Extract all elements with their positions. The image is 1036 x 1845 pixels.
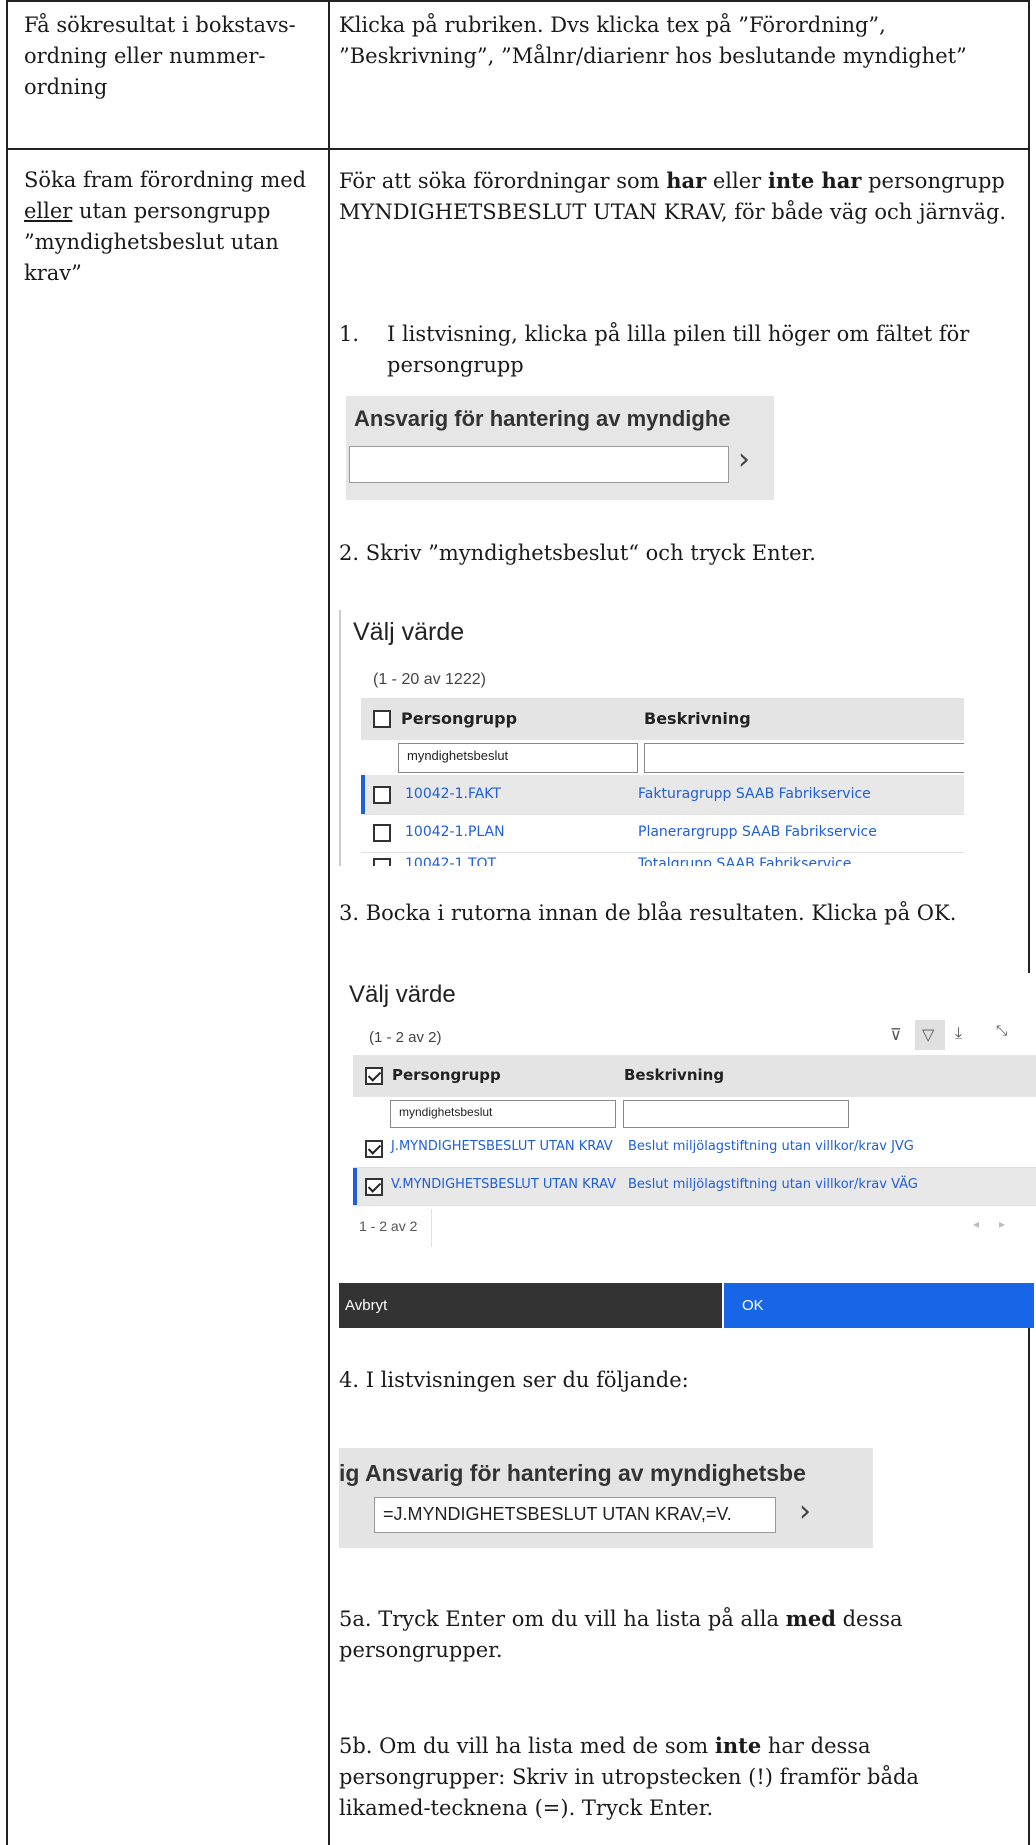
dialog-title: Välj värde [353, 618, 465, 646]
prev-page-icon[interactable]: ◂ [973, 1217, 979, 1231]
column-header-beskrivning[interactable]: Beskrivning [624, 1066, 724, 1084]
cancel-button[interactable]: Avbryt [339, 1283, 722, 1328]
collapse-icon[interactable]: ⤡ [996, 1023, 1007, 1039]
select-all-checkbox[interactable] [373, 710, 391, 728]
row-selected-marker [353, 1168, 357, 1205]
row2-left-cell: Söka fram förordning med eller utan pers… [24, 165, 309, 289]
step5b-pre: 5b. Om du vill ha lista med de som [339, 1734, 715, 1758]
step2-text: 2. Skriv ”myndighetsbeslut“ och tryck En… [339, 538, 1019, 569]
field-title: Ansvarig för hantering av myndighe [354, 406, 731, 431]
step1-text: I listvisning, klicka på lilla pilen til… [387, 319, 1017, 381]
row-checkbox[interactable] [373, 786, 391, 804]
row-code-link[interactable]: J.MYNDIGHETSBESLUT UTAN KRAV [391, 1139, 613, 1154]
row-checkbox[interactable] [365, 1140, 383, 1158]
step3-text: 3. Bocka i rutorna innan de blåa resulta… [339, 898, 1019, 929]
table-border-top [6, 0, 1030, 2]
step1-text-content: I listvisning, klicka på lilla pilen til… [387, 322, 970, 377]
step5a-pre: 5a. Tryck Enter om du vill ha lista på a… [339, 1607, 786, 1631]
beskrivning-filter-input[interactable] [623, 1100, 849, 1128]
row-description-link[interactable]: Fakturagrupp SAAB Fabrikservice [638, 786, 871, 802]
column-header-beskrivning[interactable]: Beskrivning [644, 709, 751, 728]
row1-left-cell: Få sökresultat i bokstavs-ordning eller … [24, 10, 304, 103]
pager-divider [431, 1209, 432, 1247]
filter-icon[interactable]: ▽ [922, 1025, 934, 1044]
chevron-right-icon[interactable]: › [799, 1494, 811, 1529]
row2-left-underline: eller [24, 199, 73, 223]
screenshot-persongroup-field: Ansvarig för hantering av myndighe › [346, 396, 774, 500]
row2-left-pre: Söka fram förordning med [24, 168, 307, 192]
clear-filter-icon[interactable]: ⊽ [890, 1025, 902, 1044]
table-border-left [6, 0, 8, 1845]
step3-content: 3. Bocka i rutorna innan de blåa resulta… [339, 901, 957, 925]
intro-paragraph: För att söka förordningar som har eller … [339, 165, 1019, 228]
column-header-persongrupp[interactable]: Persongrupp [401, 709, 517, 728]
table-border-right [1028, 0, 1030, 1845]
screenshot-picker-results: Välj värde (1 - 2 av 2) ⊽ ▽ ⤓ ⤡ Persongr… [339, 973, 1036, 1321]
table-column-divider [328, 0, 330, 1845]
step4-text: 4. I listvisningen ser du följande: [339, 1365, 1019, 1396]
row-checkbox[interactable] [373, 824, 391, 842]
ok-button[interactable]: OK [724, 1283, 1034, 1328]
row1-right-cell: Klicka på rubriken. Dvs klicka tex på ”F… [339, 10, 1019, 72]
pager-text: 1 - 2 av 2 [359, 1218, 418, 1234]
row-description-link[interactable]: Beslut miljölagstiftning utan villkor/kr… [628, 1177, 918, 1192]
row-description-link[interactable]: Planerargrupp SAAB Fabrikservice [638, 824, 877, 840]
screenshot-filled-field: ig Ansvarig för hantering av myndighetsb… [339, 1448, 873, 1548]
row-selected-marker [361, 775, 365, 814]
intro-bold-har: har [666, 168, 707, 193]
column-header-persongrupp[interactable]: Persongrupp [392, 1066, 501, 1084]
row-description-link[interactable]: Beslut miljölagstiftning utan villkor/kr… [628, 1139, 914, 1154]
cancel-label: Avbryt [345, 1297, 388, 1314]
panel-edge [339, 610, 341, 866]
beskrivning-filter-input[interactable] [644, 743, 964, 773]
step5b-bold: inte [714, 1733, 762, 1758]
persongrupp-filter-input[interactable]: myndighetsbeslut [398, 743, 638, 773]
step4-content: 4. I listvisningen ser du följande: [339, 1368, 689, 1392]
step2-content: 2. Skriv ”myndighetsbeslut“ och tryck En… [339, 541, 816, 565]
intro-mid: eller [706, 169, 768, 193]
next-page-icon[interactable]: ▸ [999, 1217, 1005, 1231]
step5a-text: 5a. Tryck Enter om du vill ha lista på a… [339, 1603, 999, 1666]
intro-pre: För att söka förordningar som [339, 169, 667, 193]
row-description-link[interactable]: Totalgrupp SAAB Fabrikservice [638, 856, 851, 866]
download-icon[interactable]: ⤓ [955, 1023, 962, 1043]
screenshot-picker-search: Välj värde (1 - 20 av 1222) Persongrupp … [339, 610, 964, 866]
step5b-text: 5b. Om du vill ha lista med de som inte … [339, 1730, 999, 1824]
result-count: (1 - 2 av 2) [369, 1029, 442, 1046]
table-row-divider [6, 148, 1030, 150]
select-all-checkbox[interactable] [365, 1067, 383, 1085]
step1-num-text: 1. [339, 322, 360, 346]
step1-number: 1. [339, 319, 369, 350]
dialog-title: Välj värde [349, 981, 456, 1008]
row-code-link[interactable]: 10042-1.FAKT [405, 786, 501, 802]
persongroup-input[interactable]: =J.MYNDIGHETSBESLUT UTAN KRAV,=V. [374, 1497, 776, 1533]
ok-label: OK [742, 1297, 764, 1314]
persongrupp-filter-input[interactable]: myndighetsbeslut [390, 1100, 616, 1128]
row-code-link[interactable]: 10042-1.PLAN [405, 824, 505, 840]
row-code-link[interactable]: 10042-1.TOT [405, 856, 496, 866]
intro-bold-inte-har: inte har [767, 168, 862, 193]
row-code-link[interactable]: V.MYNDIGHETSBESLUT UTAN KRAV [391, 1177, 616, 1192]
row-checkbox[interactable] [373, 858, 391, 866]
row-checkbox[interactable] [365, 1178, 383, 1196]
persongroup-input[interactable] [349, 446, 729, 483]
row1-left-text: Få sökresultat i bokstavs-ordning eller … [24, 13, 296, 99]
step5a-bold: med [785, 1606, 836, 1631]
result-count: (1 - 20 av 1222) [373, 671, 486, 688]
chevron-right-icon[interactable]: › [738, 442, 750, 477]
row1-right-text: Klicka på rubriken. Dvs klicka tex på ”F… [339, 13, 967, 68]
field-title: ig Ansvarig för hantering av myndighetsb… [339, 1460, 806, 1486]
